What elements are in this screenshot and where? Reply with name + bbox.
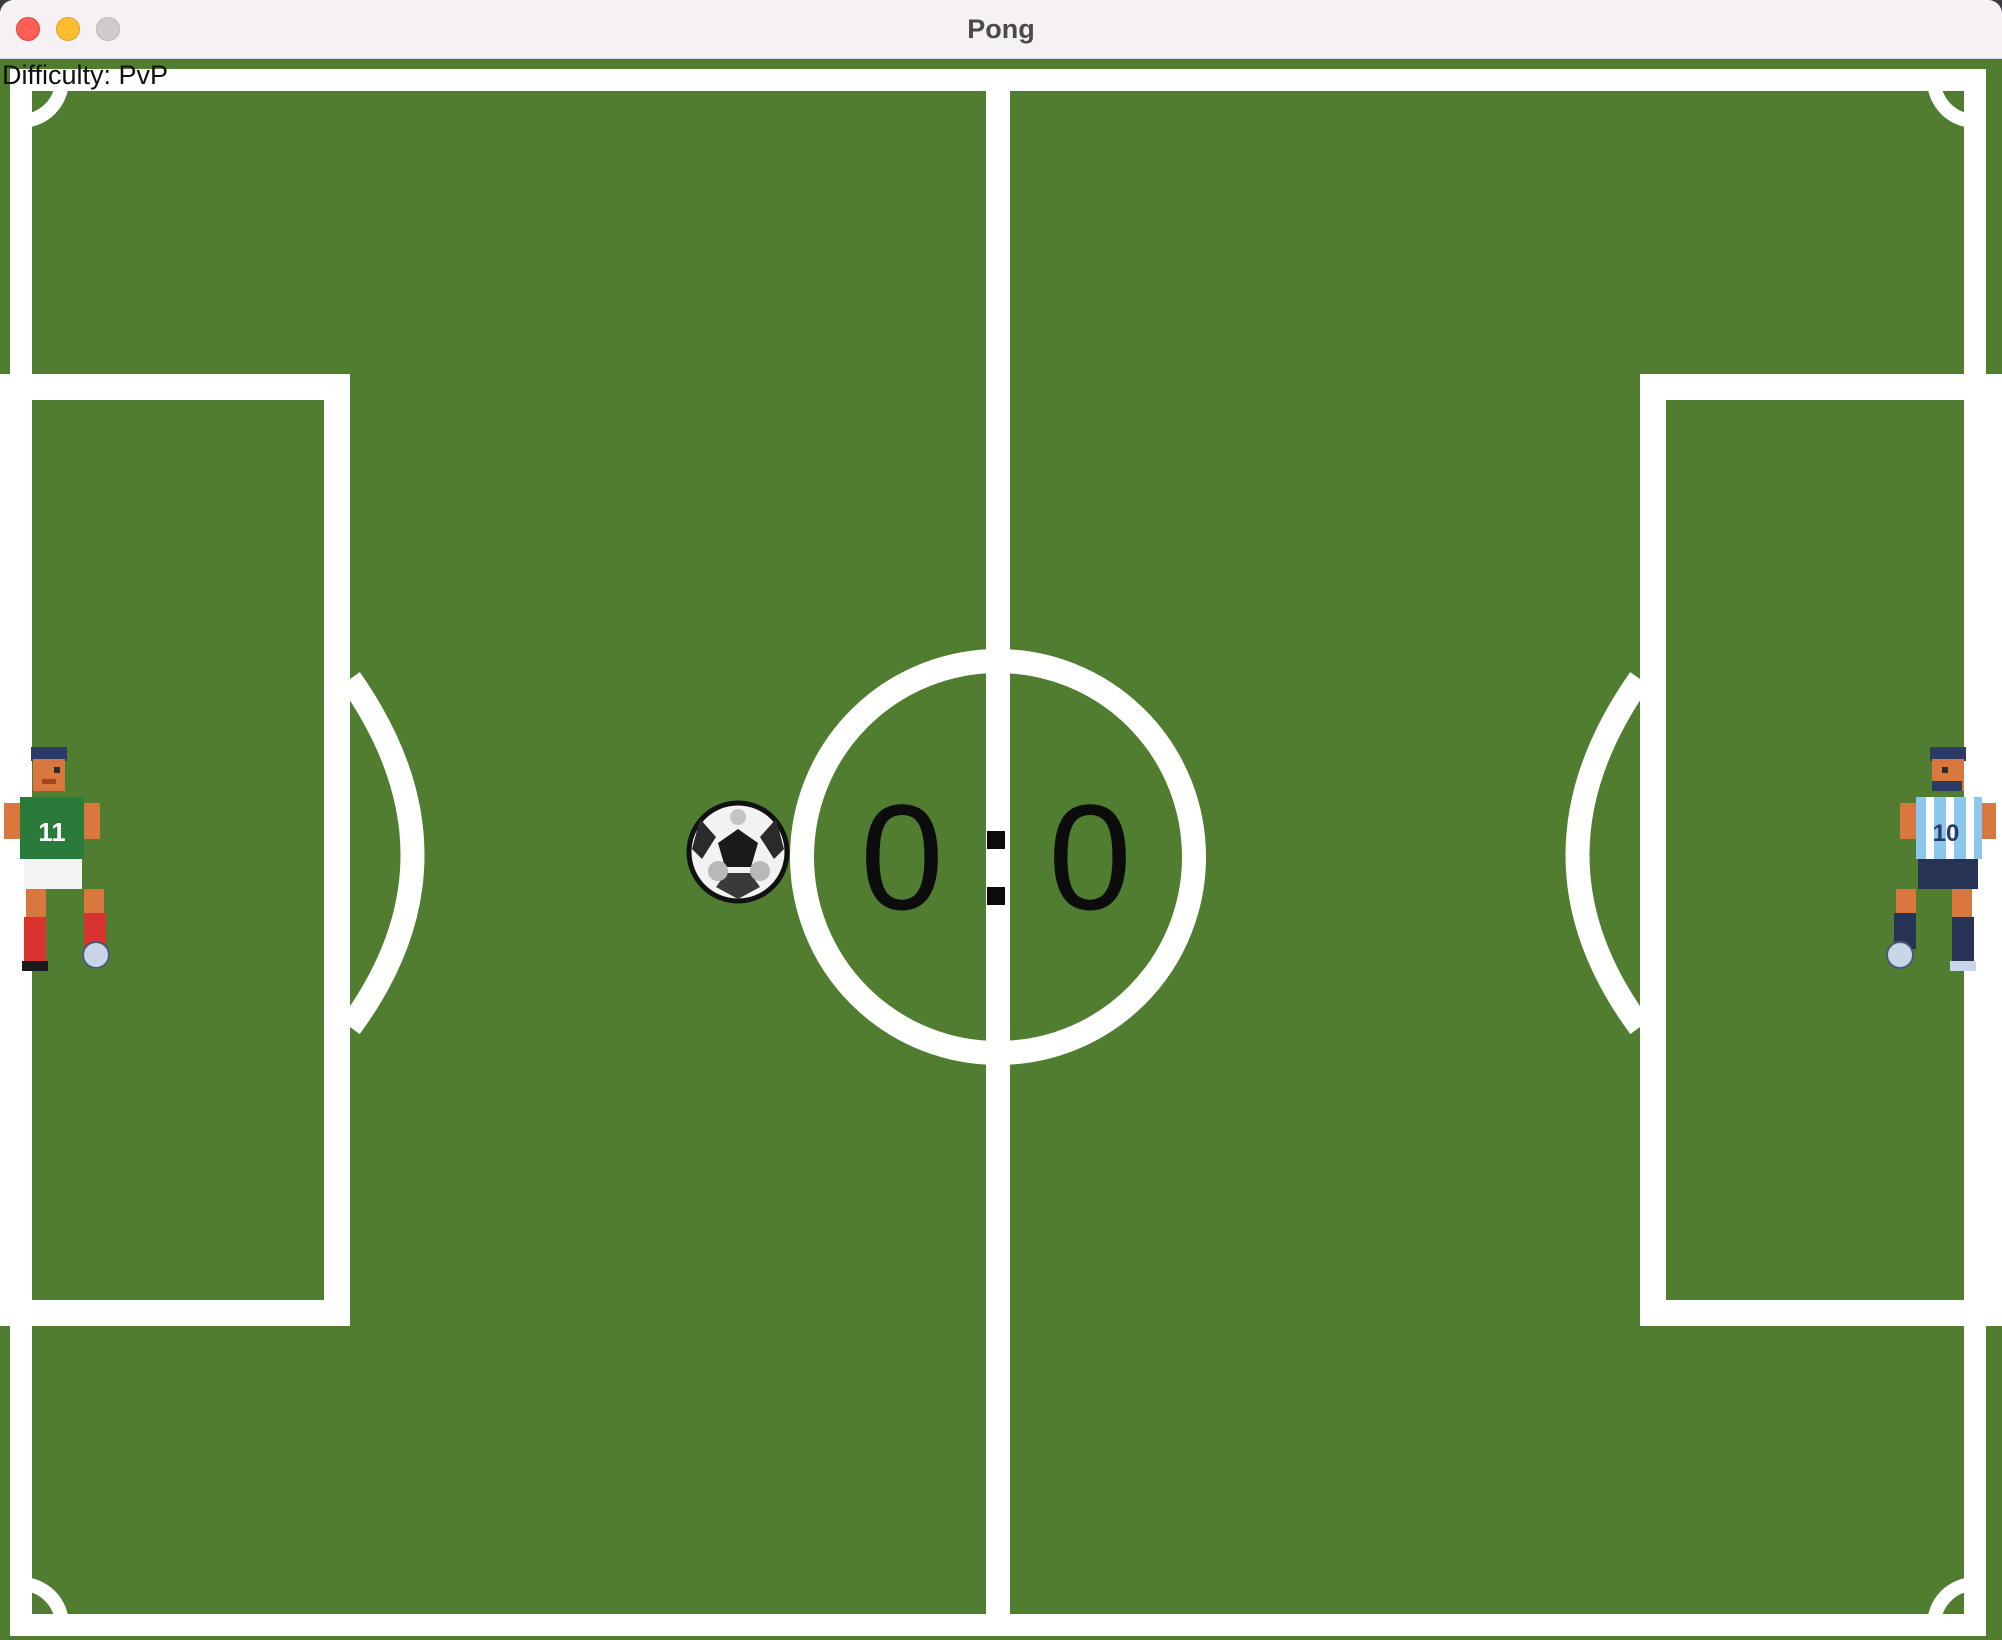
score-separator-dot-top xyxy=(987,831,1005,849)
window-title: Pong xyxy=(967,14,1035,44)
score-separator-dot-bottom xyxy=(987,887,1005,905)
app-window: Pong Difficulty: PvP 0 0 11 10 xyxy=(0,0,2002,1640)
left-score: 0 xyxy=(860,773,943,941)
soccer-ball-icon xyxy=(686,800,790,904)
right-score: 0 xyxy=(1048,773,1131,941)
game-canvas[interactable]: Difficulty: PvP 0 0 11 10 xyxy=(0,59,2002,1640)
title-bar: Pong xyxy=(0,0,2002,59)
right-player-number: 10 xyxy=(1933,820,1960,847)
left-player-number: 11 xyxy=(38,817,66,847)
soccer-field: 0 0 11 10 xyxy=(0,59,2002,1640)
difficulty-label: Difficulty: PvP xyxy=(2,60,169,90)
